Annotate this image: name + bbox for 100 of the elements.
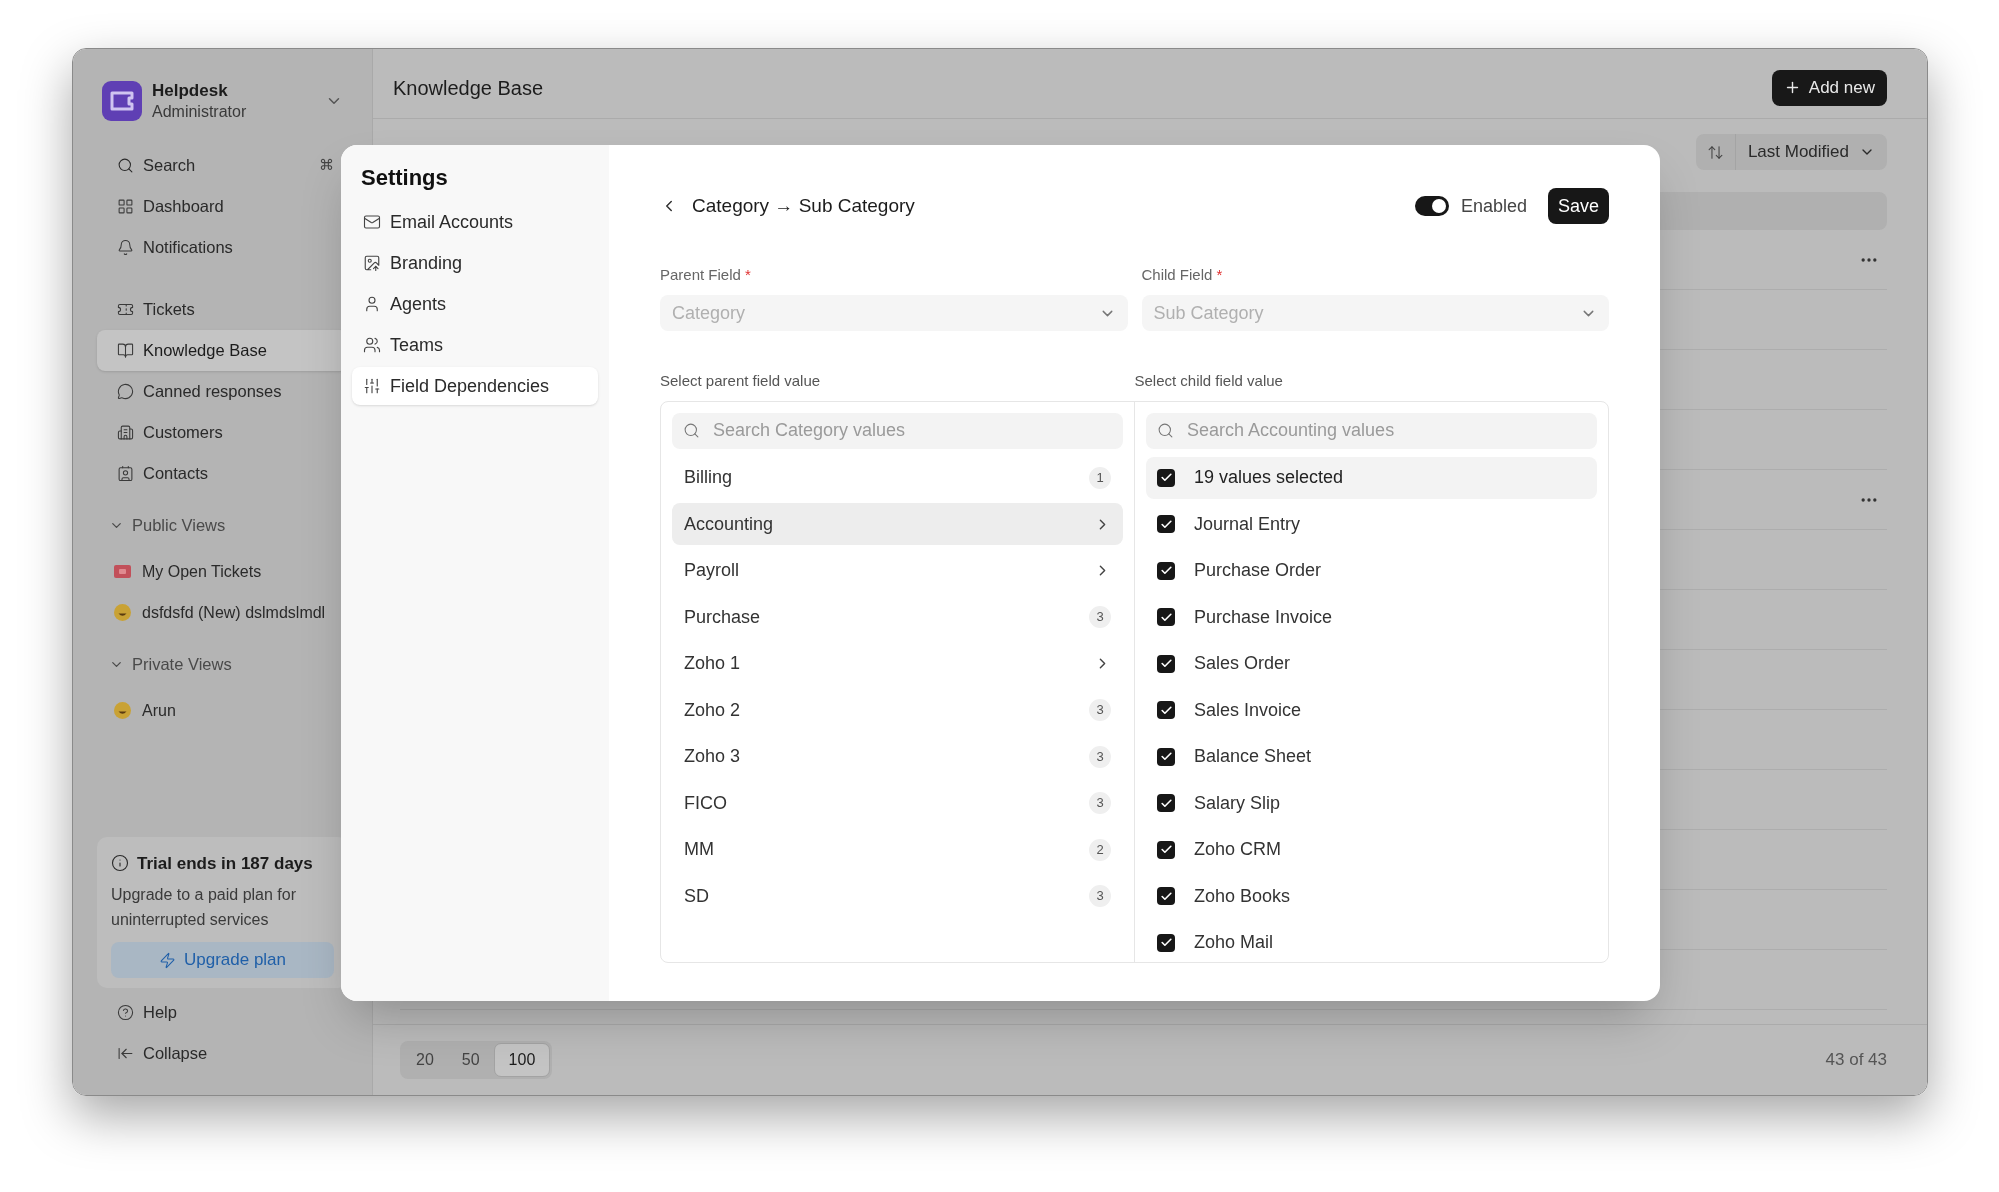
checkbox[interactable] xyxy=(1157,654,1175,673)
parent-value-item[interactable]: Accounting xyxy=(672,503,1123,545)
checkbox[interactable] xyxy=(1157,933,1175,952)
settings-nav-item[interactable]: Agents xyxy=(352,285,598,323)
checkmark-icon xyxy=(1159,657,1173,670)
child-value-item[interactable]: Salary Slip xyxy=(1146,782,1597,824)
checkbox[interactable] xyxy=(1157,887,1175,905)
field-label: Child Field * xyxy=(1141,265,1224,284)
child-value-item[interactable]: Sales Invoice xyxy=(1146,689,1597,731)
count-badge: 3 xyxy=(1089,885,1111,907)
nav-icon xyxy=(363,254,381,272)
section-header[interactable]: Private Views xyxy=(97,644,348,685)
checkmark-icon xyxy=(1159,564,1173,577)
trial-title: Trial ends in 187 days xyxy=(137,852,313,875)
enabled-toggle[interactable] xyxy=(1414,196,1449,216)
child-value-item[interactable]: Journal Entry xyxy=(1146,503,1597,545)
nav-icon xyxy=(117,1045,134,1062)
page-size-option[interactable]: 100 xyxy=(493,1043,551,1077)
checkbox[interactable] xyxy=(1157,608,1175,626)
view-item[interactable]: Arun xyxy=(97,690,348,731)
settings-nav-item[interactable]: Email Accounts xyxy=(352,203,598,241)
nav-icon xyxy=(363,336,381,354)
record-count: 43 of 43 xyxy=(1825,1049,1887,1072)
nav-icon xyxy=(117,1004,134,1021)
sidebar-item[interactable]: Notifications xyxy=(97,227,348,268)
trial-text: Upgrade to a paid plan for uninterrupted services xyxy=(111,885,297,930)
page-title: Knowledge Base xyxy=(393,75,544,101)
parent-value-item[interactable]: MM 2 xyxy=(672,828,1123,871)
checkbox[interactable] xyxy=(1157,561,1175,580)
checkbox[interactable] xyxy=(1157,840,1175,859)
search-field[interactable]: Search Category values xyxy=(672,412,1123,449)
search-field[interactable]: Search Accounting values xyxy=(1146,412,1597,449)
info-icon xyxy=(111,854,129,873)
view-item[interactable]: dsfdsfd (New) dslmdslmdl xyxy=(97,592,348,633)
sidebar-item[interactable]: Contacts xyxy=(97,453,348,494)
section-header[interactable]: Public Views xyxy=(97,505,348,546)
checkmark-icon xyxy=(1159,936,1173,949)
app-name: Helpdesk xyxy=(152,80,229,102)
view-item[interactable]: My Open Tickets xyxy=(97,551,348,592)
parent-value-item[interactable]: Zoho 2 3 xyxy=(672,689,1123,731)
search-icon xyxy=(683,422,700,439)
add-new-button[interactable]: Add new xyxy=(1771,69,1887,106)
checkmark-icon xyxy=(1159,703,1173,717)
checkbox[interactable] xyxy=(1157,701,1175,719)
settings-nav-item[interactable]: Teams xyxy=(352,326,598,364)
child-value-item[interactable]: Purchase Invoice xyxy=(1146,596,1597,638)
search-item[interactable]: Search xyxy=(97,145,216,186)
smiley-icon xyxy=(114,604,131,621)
nav-icon xyxy=(117,342,134,359)
sidebar-item[interactable]: Dashboard xyxy=(97,186,348,227)
child-value-item[interactable]: Purchase Order xyxy=(1146,549,1597,592)
sidebar-item[interactable]: Collapse xyxy=(97,1033,348,1074)
child-value-item[interactable]: Balance Sheet xyxy=(1146,735,1597,778)
save-button[interactable]: Save xyxy=(1547,188,1609,224)
count-badge: 2 xyxy=(1089,838,1111,861)
checkbox[interactable] xyxy=(1157,468,1175,487)
sidebar-item[interactable]: Help xyxy=(97,992,348,1033)
parent-value-item[interactable]: Billing 1 xyxy=(672,456,1123,499)
checkmark-icon xyxy=(1159,843,1173,856)
nav-icon xyxy=(117,383,134,400)
page-size-option[interactable]: 50 xyxy=(447,1043,494,1077)
settings-nav-item[interactable]: Branding xyxy=(352,244,598,282)
checkmark-icon xyxy=(1159,750,1173,763)
nav-icon xyxy=(117,465,134,482)
dependency-title: Category → Sub Category xyxy=(692,193,915,218)
checkbox[interactable] xyxy=(1157,747,1175,766)
checkmark-icon xyxy=(1159,610,1173,624)
nav-icon xyxy=(363,295,381,313)
checkbox[interactable] xyxy=(1157,515,1175,533)
checkmark-icon xyxy=(1159,517,1173,531)
lightning-icon xyxy=(158,951,176,969)
nav-icon xyxy=(117,301,134,318)
count-badge: 3 xyxy=(1089,606,1111,628)
count-badge: 3 xyxy=(1089,792,1111,814)
parent-value-item[interactable]: Purchase 3 xyxy=(672,596,1123,638)
child-value-item[interactable]: Zoho CRM xyxy=(1146,828,1597,871)
parent-value-item[interactable]: Zoho 3 3 xyxy=(672,735,1123,778)
ticket-icon xyxy=(114,565,131,578)
checkmark-icon xyxy=(1159,889,1173,903)
sidebar-item[interactable]: Tickets xyxy=(97,289,348,330)
smiley-icon xyxy=(114,702,131,719)
checkbox[interactable] xyxy=(1157,794,1175,812)
child-value-item[interactable]: Zoho Mail xyxy=(1146,921,1597,962)
parent-value-item[interactable]: FICO 3 xyxy=(672,782,1123,824)
list-label: Select parent field value xyxy=(660,371,822,391)
page-size-option[interactable]: 20 xyxy=(402,1043,448,1077)
select-all-row[interactable]: 19 values selected xyxy=(1146,456,1597,499)
toggle-label: Enabled xyxy=(1460,194,1527,218)
sidebar-item[interactable]: Canned responses xyxy=(97,371,348,412)
settings-nav-item[interactable]: Field Dependencies xyxy=(352,367,598,405)
parent-value-item[interactable]: Payroll xyxy=(672,549,1123,592)
search-icon xyxy=(1157,422,1174,439)
parent-value-item[interactable]: SD 3 xyxy=(672,875,1123,917)
shortcut-hint: ⌘ xyxy=(319,155,334,177)
parent-value-item[interactable]: Zoho 1 xyxy=(672,642,1123,685)
nav-icon xyxy=(363,377,381,395)
child-value-item[interactable]: Sales Order xyxy=(1146,642,1597,685)
child-value-item[interactable]: Zoho Books xyxy=(1146,875,1597,917)
list-label: Select child field value xyxy=(1134,371,1284,391)
sidebar-item[interactable]: Customers xyxy=(97,412,348,453)
